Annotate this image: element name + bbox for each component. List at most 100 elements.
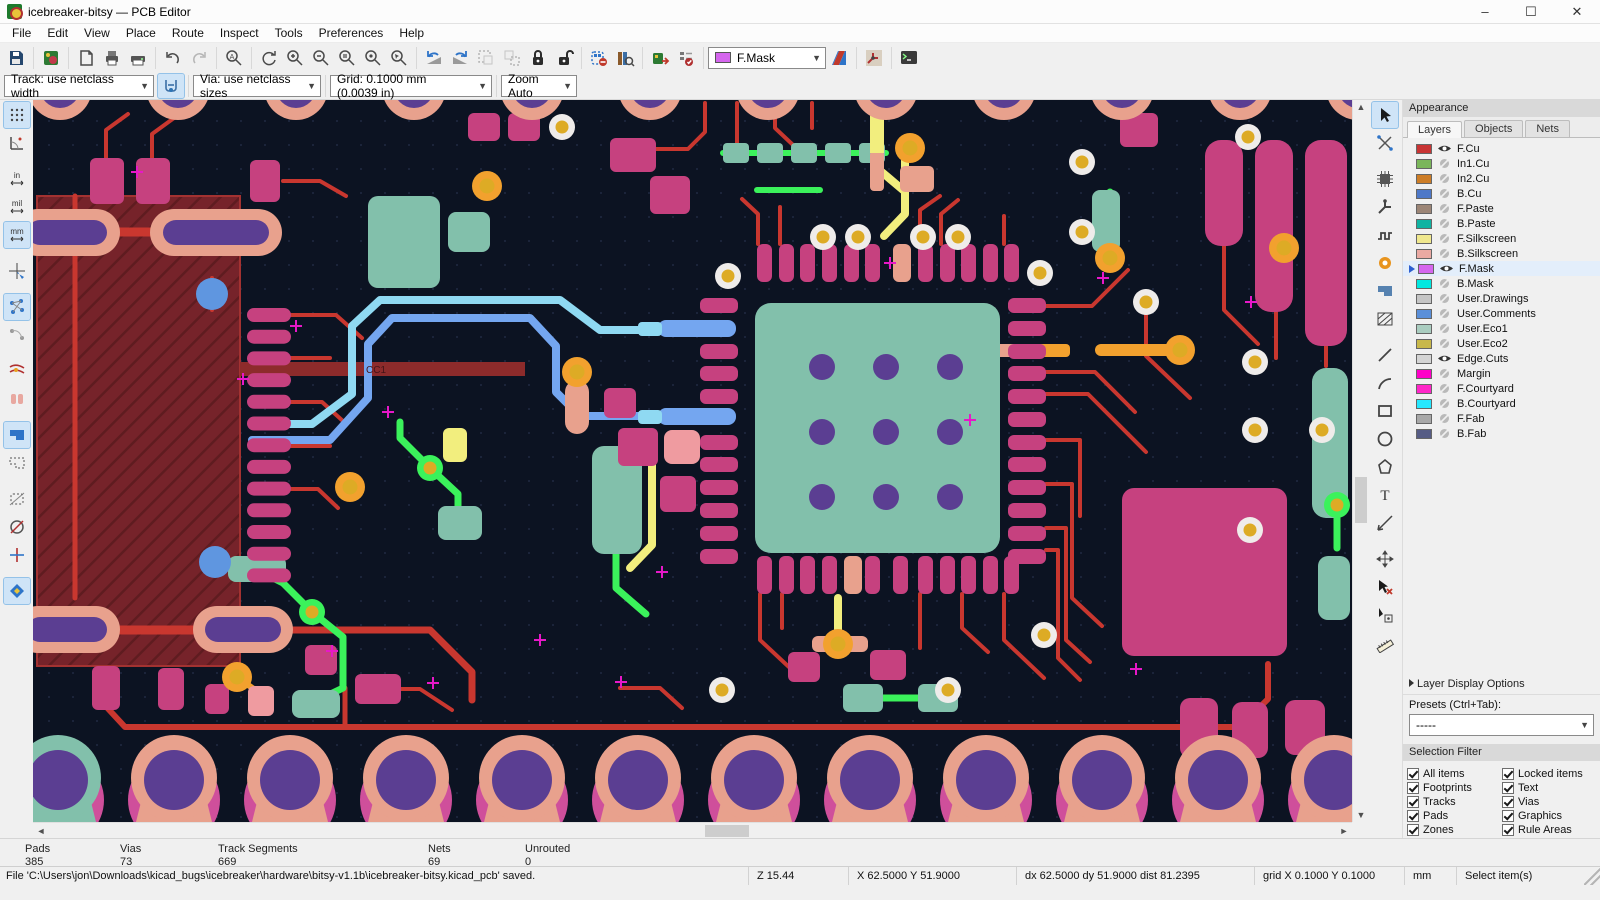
layer-row-in1.cu[interactable]: In1.Cu [1403, 156, 1600, 171]
lock-icon[interactable] [525, 46, 551, 70]
redo-list-icon[interactable] [447, 46, 473, 70]
layer-row-f.mask[interactable]: F.Mask [1403, 261, 1600, 276]
visibility-hidden-icon[interactable] [1437, 323, 1452, 334]
draw-line-icon[interactable] [1372, 342, 1398, 368]
pad-sketch-icon[interactable] [4, 514, 30, 540]
horizontal-scrollbar[interactable]: ◄ ► [33, 822, 1352, 838]
visibility-hidden-icon[interactable] [1437, 188, 1452, 199]
checkbox-icon[interactable] [1407, 823, 1419, 836]
unit-mil-icon[interactable]: mil [4, 194, 30, 220]
draw-polygon-icon[interactable] [1372, 454, 1398, 480]
cursor-full-icon[interactable] [4, 258, 30, 284]
draw-arc-icon[interactable] [1372, 370, 1398, 396]
grid-select[interactable]: Grid: 0.1000 mm (0.0039 in) ▼ [330, 72, 492, 100]
visibility-eye-icon[interactable] [1437, 143, 1452, 154]
layer-color-swatch[interactable] [1416, 353, 1432, 364]
unit-mm-icon[interactable]: mm [2, 221, 31, 249]
layer-color-swatch[interactable] [1416, 413, 1432, 424]
drc-icon[interactable] [673, 46, 699, 70]
ratsnest-curved-icon[interactable] [4, 322, 30, 348]
filter-rule-areas[interactable]: Rule Areas [1502, 823, 1597, 836]
layer-row-user.eco2[interactable]: User.Eco2 [1403, 336, 1600, 351]
unit-in-icon[interactable]: in [4, 166, 30, 192]
redo-icon[interactable] [186, 46, 212, 70]
visibility-hidden-icon[interactable] [1437, 173, 1452, 184]
select-arrow-icon[interactable] [1371, 101, 1399, 129]
find-icon[interactable]: A [221, 46, 247, 70]
group-icon[interactable] [473, 46, 499, 70]
tune-length-icon[interactable] [1372, 222, 1398, 248]
draw-rect-icon[interactable] [1372, 398, 1398, 424]
filter-pads[interactable]: Pads [1407, 809, 1502, 822]
zoom-select[interactable]: Zoom Auto ▼ [501, 72, 577, 100]
pcb-canvas[interactable]: CC1 [33, 100, 1352, 822]
board-setup-icon[interactable] [38, 46, 64, 70]
filter-footprints[interactable]: Footprints [1407, 781, 1502, 794]
active-layer-select[interactable]: F.Mask ▼ [708, 46, 826, 69]
zone-outline-icon[interactable] [4, 450, 30, 476]
filter-text[interactable]: Text [1502, 781, 1597, 794]
ratsnest-icon[interactable] [2, 293, 31, 321]
layer-row-in2.cu[interactable]: In2.Cu [1403, 171, 1600, 186]
layer-row-b.courtyard[interactable]: B.Courtyard [1403, 396, 1600, 411]
layer-color-swatch[interactable] [1416, 278, 1432, 289]
via-size-select[interactable]: Via: use netclass sizes ▼ [193, 72, 321, 100]
add-footprint-icon[interactable] [1372, 166, 1398, 192]
zoom-objects-icon[interactable] [360, 46, 386, 70]
route-opts-icon[interactable] [861, 46, 887, 70]
refresh-icon[interactable] [256, 46, 282, 70]
layer-row-b.mask[interactable]: B.Mask [1403, 276, 1600, 291]
close-button[interactable]: ✕ [1554, 0, 1600, 24]
menu-inspect[interactable]: Inspect [212, 24, 267, 42]
zone-fill-icon[interactable] [2, 421, 31, 449]
visibility-hidden-icon[interactable] [1437, 338, 1452, 349]
save-icon[interactable] [3, 46, 29, 70]
checkbox-icon[interactable] [1502, 795, 1514, 808]
layer-color-swatch[interactable] [1416, 308, 1432, 319]
zoom-fit-icon[interactable] [334, 46, 360, 70]
layer-row-margin[interactable]: Margin [1403, 366, 1600, 381]
layer-color-swatch[interactable] [1416, 233, 1432, 244]
visibility-hidden-icon[interactable] [1437, 413, 1452, 424]
checkbox-icon[interactable] [1407, 781, 1419, 794]
visibility-hidden-icon[interactable] [1437, 293, 1452, 304]
filter-tracks[interactable]: Tracks [1407, 795, 1502, 808]
menu-file[interactable]: File [4, 24, 39, 42]
menu-preferences[interactable]: Preferences [311, 24, 392, 42]
layer-row-f.paste[interactable]: F.Paste [1403, 201, 1600, 216]
update-pcb-icon[interactable] [647, 46, 673, 70]
resize-grip[interactable] [1584, 867, 1600, 885]
fp-sketch-icon[interactable] [4, 486, 30, 512]
menu-help[interactable]: Help [391, 24, 432, 42]
visibility-hidden-icon[interactable] [1437, 233, 1452, 244]
filter-vias[interactable]: Vias [1502, 795, 1597, 808]
draw-text-icon[interactable]: T [1372, 482, 1398, 508]
unlock-icon[interactable] [551, 46, 577, 70]
fp-library-icon[interactable] [612, 46, 638, 70]
layer-color-swatch[interactable] [1416, 248, 1432, 259]
measure-icon[interactable] [1372, 630, 1398, 656]
console-icon[interactable] [896, 46, 922, 70]
local-ratsnest-icon[interactable] [1372, 130, 1398, 156]
filter-zones[interactable]: Zones [1407, 823, 1502, 836]
grid-dots-icon[interactable] [2, 101, 31, 129]
draw-circle-icon[interactable] [1372, 426, 1398, 452]
menu-edit[interactable]: Edit [39, 24, 76, 42]
rule-area-icon[interactable] [1372, 306, 1398, 332]
auto-track-width-toggle[interactable] [157, 72, 185, 99]
net-highlight-icon[interactable] [4, 358, 30, 384]
layer-color-swatch[interactable] [1416, 188, 1432, 199]
layer-row-user.eco1[interactable]: User.Eco1 [1403, 321, 1600, 336]
layer-color-swatch[interactable] [1416, 368, 1432, 379]
checkbox-icon[interactable] [1502, 809, 1514, 822]
filter-graphics[interactable]: Graphics [1502, 809, 1597, 822]
tab-objects[interactable]: Objects [1464, 120, 1524, 137]
menu-place[interactable]: Place [118, 24, 164, 42]
scroll-left-icon[interactable]: ◄ [33, 826, 49, 836]
polar-icon[interactable] [4, 130, 30, 156]
layer-color-swatch[interactable] [1416, 338, 1432, 349]
layer-color-swatch[interactable] [1416, 158, 1432, 169]
layer-pair-icon[interactable] [826, 46, 852, 70]
layer-row-user.drawings[interactable]: User.Drawings [1403, 291, 1600, 306]
presets-select[interactable]: ----- ▼ [1409, 714, 1594, 736]
